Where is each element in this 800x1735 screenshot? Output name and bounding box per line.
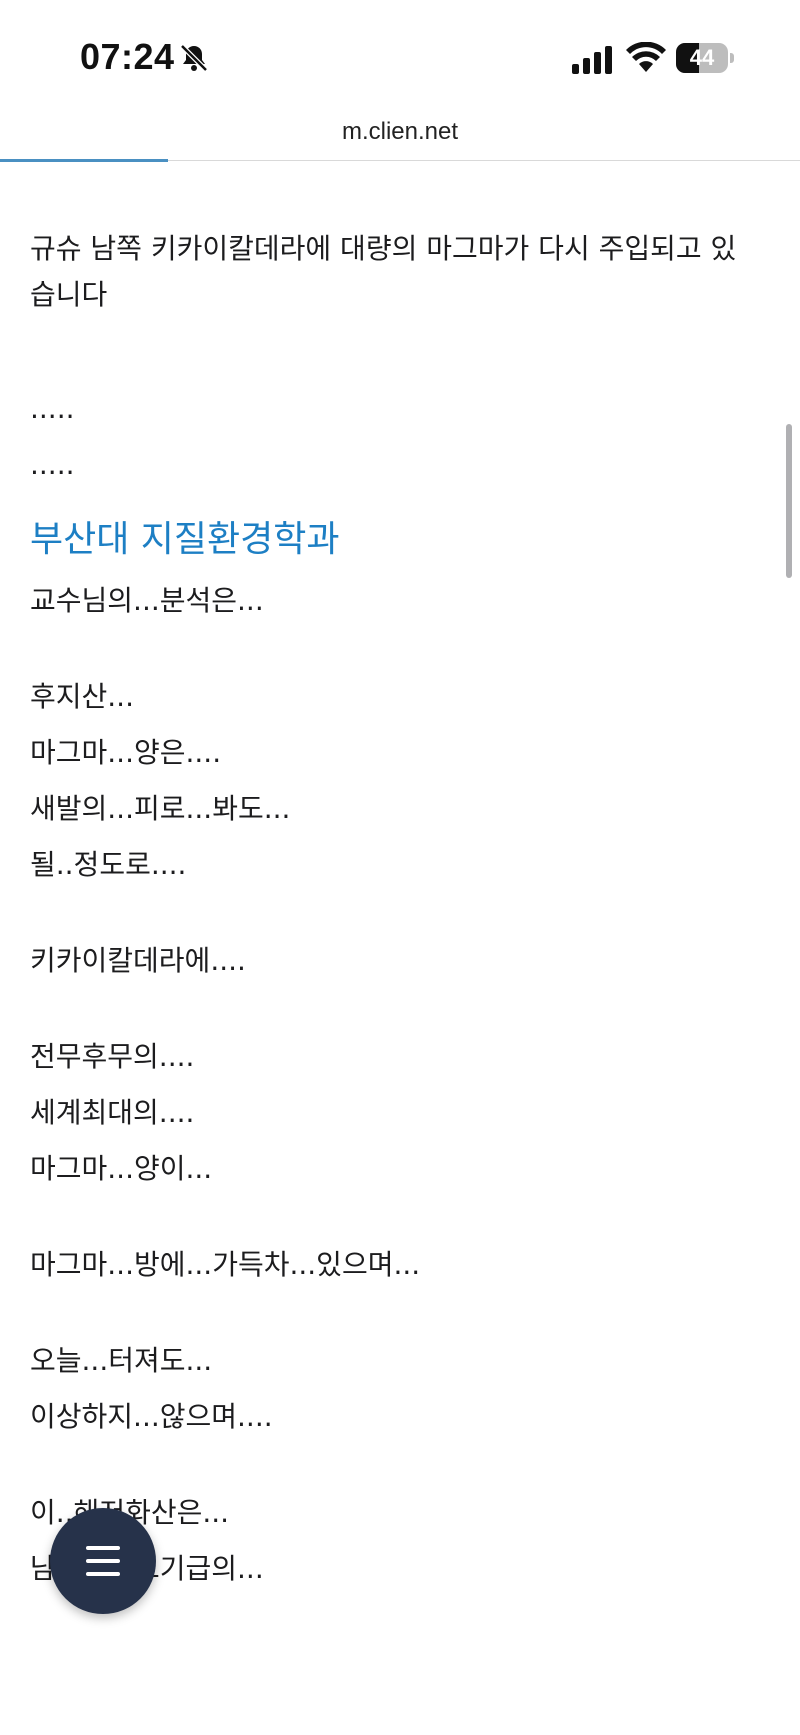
article-text-line: 키카이칼데라에.... — [30, 944, 246, 977]
battery-icon: 44 — [676, 43, 734, 73]
url-bar[interactable]: m.clien.net — [0, 112, 800, 160]
article-text-line: 습니다 — [30, 278, 108, 311]
page-load-progress — [0, 159, 168, 162]
article-text-line: ..... — [30, 392, 75, 425]
article-text-line: 될..정도로.... — [30, 848, 187, 881]
article-text-line: 후지산... — [30, 680, 134, 713]
article-text-line: 오늘...터져도... — [30, 1344, 213, 1377]
wifi-icon — [626, 42, 666, 72]
article-text-line: 교수님의...분석은... — [30, 584, 264, 617]
status-time: 07:24 — [80, 36, 175, 77]
article-text-line: 세계최대의.... — [30, 1096, 195, 1129]
article-heading: 부산대 지질환경학과 — [30, 519, 340, 560]
status-bar: 07:24 44 — [0, 0, 800, 110]
article-text-line: 마그마...양은.... — [30, 736, 222, 769]
article-text-line: ..... — [30, 448, 75, 481]
article-text-line: 마그마...방에...가득차...있으며... — [30, 1248, 421, 1281]
bell-slash-icon — [180, 44, 208, 72]
article-text-line: 새발의...피로...봐도... — [30, 792, 291, 825]
scroll-indicator[interactable] — [786, 424, 792, 578]
battery-cap — [730, 53, 734, 63]
article-text-line: 규슈 남쪽 키카이칼데라에 대량의 마그마가 다시 주입되고 있 — [30, 232, 737, 265]
cellular-signal-icon — [572, 46, 612, 74]
article-body: 규슈 남쪽 키카이칼데라에 대량의 마그마가 다시 주입되고 있 습니다 ...… — [30, 226, 760, 1592]
battery-body: 44 — [676, 43, 728, 73]
article-text-line: 이상하지...않으며.... — [30, 1400, 273, 1433]
article-text-line: 전무후무의.... — [30, 1040, 195, 1073]
battery-level: 44 — [689, 45, 715, 70]
article-text-line: 마그마...양이... — [30, 1152, 213, 1185]
menu-fab-button[interactable] — [50, 1508, 156, 1614]
